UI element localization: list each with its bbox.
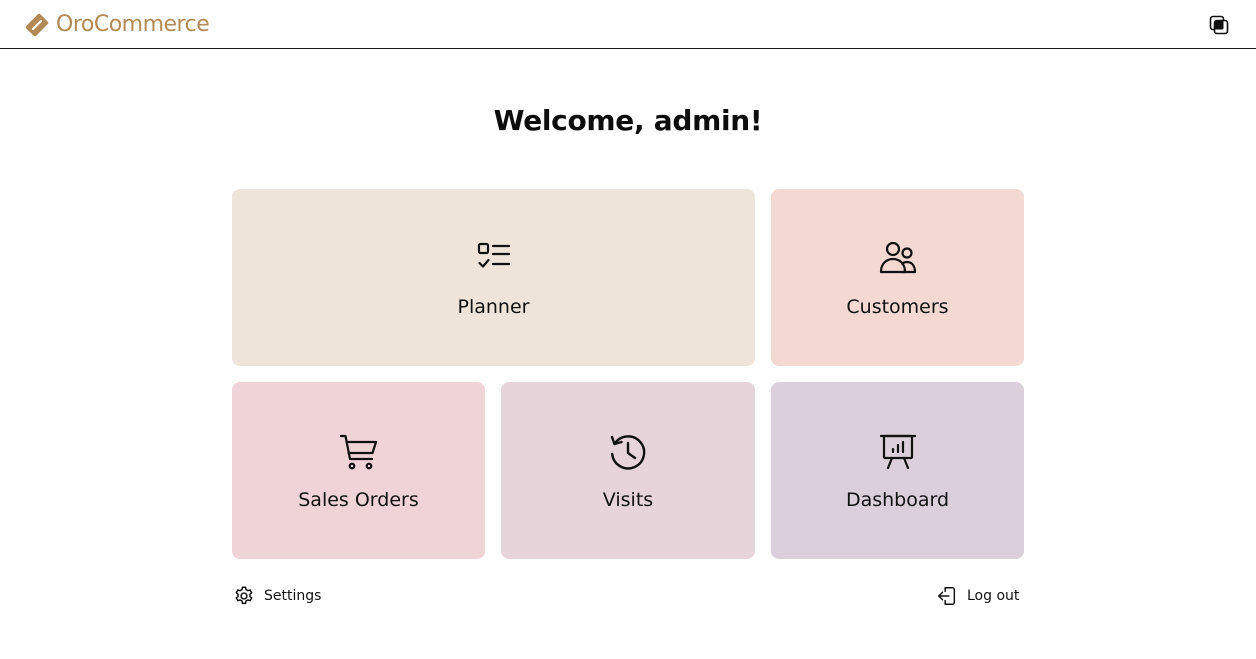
orocommerce-logo-icon: [25, 13, 49, 37]
visits-label: Visits: [602, 489, 654, 511]
logout-label: Log out: [967, 588, 1020, 604]
dashboard-label: Dashboard: [845, 489, 950, 511]
users-icon: [879, 241, 916, 274]
planner-label: Planner: [457, 296, 530, 318]
checklist-icon: [477, 242, 510, 268]
dashboard-tile[interactable]: Dashboard: [771, 382, 1024, 559]
top-bar: OroCommerce: [0, 0, 1256, 49]
customers-tile[interactable]: Customers: [771, 189, 1024, 366]
welcome-heading: Welcome, admin!: [493, 104, 763, 137]
gear-icon: [235, 586, 253, 605]
customers-label: Customers: [846, 296, 949, 318]
settings-link[interactable]: Settings: [233, 585, 321, 607]
shopping-cart-icon: [339, 434, 377, 470]
logout-icon: [938, 587, 956, 605]
visits-tile[interactable]: Visits: [501, 382, 755, 559]
brand-logo[interactable]: OroCommerce: [24, 12, 210, 38]
planner-tile[interactable]: Planner: [232, 189, 755, 366]
settings-label: Settings: [264, 588, 322, 604]
history-clock-icon: [610, 435, 646, 470]
brand-name: OroCommerce: [56, 12, 210, 37]
sales-orders-tile[interactable]: Sales Orders: [232, 382, 485, 559]
switch-window-icon[interactable]: [1208, 14, 1230, 36]
logout-link[interactable]: Log out: [936, 585, 1019, 607]
sales-orders-label: Sales Orders: [298, 489, 419, 511]
presentation-chart-icon: [879, 434, 916, 470]
